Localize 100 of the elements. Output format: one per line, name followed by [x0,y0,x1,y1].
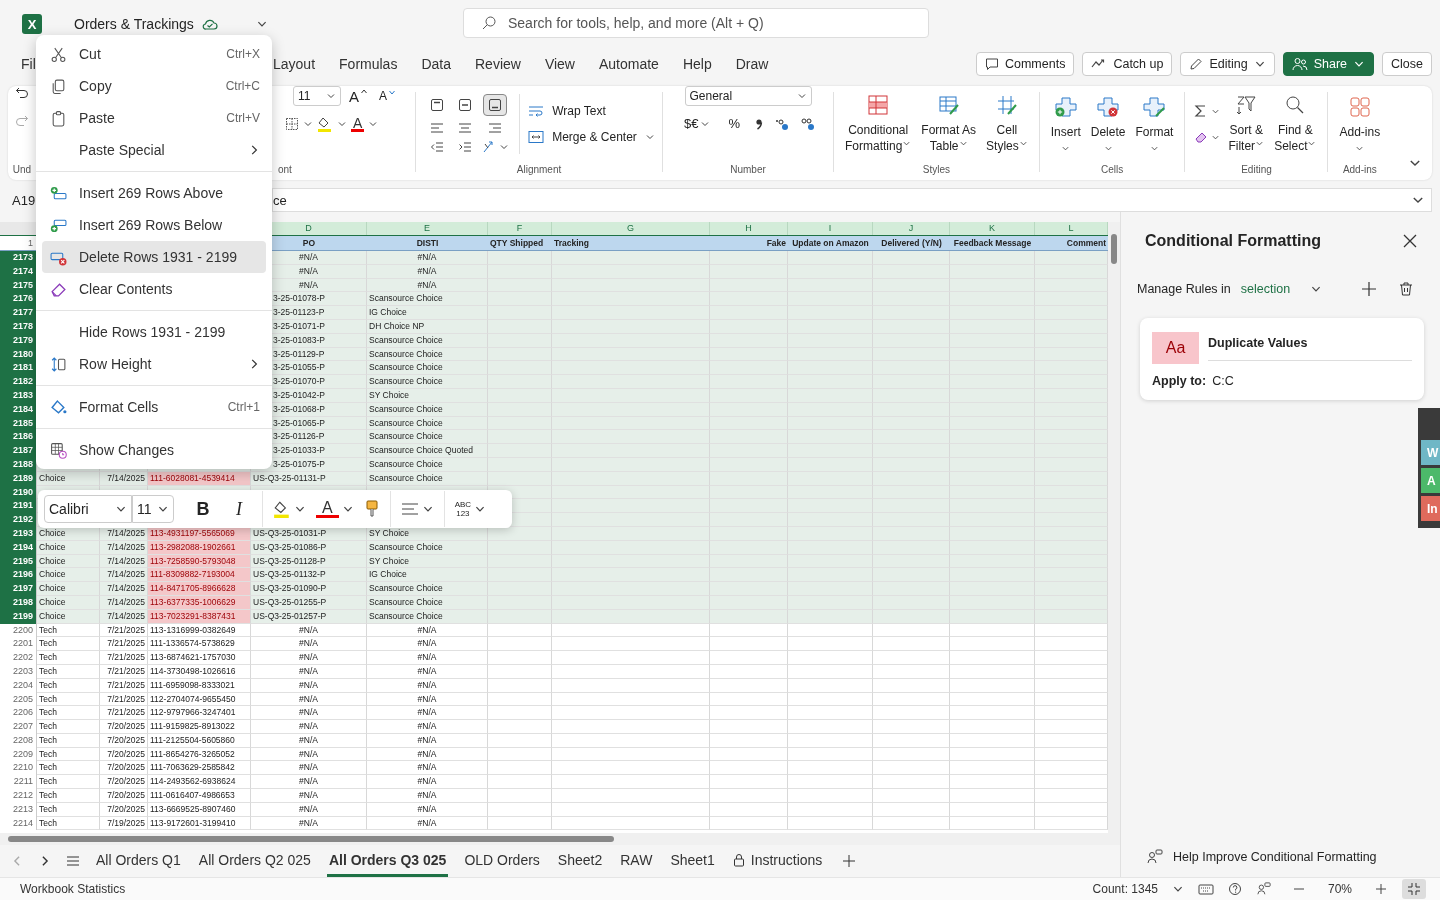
decrease-decimal-icon[interactable] [800,116,816,131]
font-color-button[interactable]: A [316,500,339,518]
comma-style-icon[interactable] [754,116,764,131]
ribbon-tab[interactable]: Draw [735,56,769,72]
font-size-dropdown[interactable]: 11 [293,86,341,106]
bold-button[interactable]: B [190,498,216,520]
undo-icon[interactable] [15,86,29,100]
sort-filter-button[interactable]: Sort & Filter [1226,94,1267,154]
horizontal-align-icon[interactable] [488,122,503,134]
zoom-in-icon[interactable] [1374,882,1388,896]
vertical-scrollbar[interactable] [1108,222,1120,833]
sheet-tab[interactable]: OLD Orders [462,845,542,877]
wrap-text-button[interactable]: Wrap Text [528,104,655,118]
name-box[interactable]: A19 [12,192,36,208]
orientation-icon[interactable] [481,140,496,154]
format-as-table-button[interactable]: Format As Table [919,94,979,154]
fill-color-icon[interactable] [317,116,333,132]
align-icon[interactable] [400,502,419,516]
number-format-dropdown[interactable]: General [684,86,812,106]
eraser-icon[interactable] [1194,130,1209,144]
row-header[interactable]: 2182 [0,375,37,389]
column-header[interactable]: G [552,222,710,235]
decrease-indent-icon[interactable] [430,141,445,153]
menu-item[interactable]: Cut Ctrl+X [42,38,266,70]
font-color-button[interactable]: A [351,116,365,132]
column-header[interactable]: K [950,222,1035,235]
fit-button[interactable] [1402,879,1426,899]
number-format-button[interactable]: ABC 123 [454,500,472,518]
keyboard-icon[interactable] [1198,883,1214,895]
ribbon-tab[interactable]: Help [682,56,712,72]
horizontal-align-icon[interactable] [430,122,445,134]
fill-color-icon[interactable] [273,500,291,518]
share-button[interactable]: Share [1282,52,1375,76]
close-icon[interactable] [1402,233,1418,249]
paintbrush-icon[interactable] [363,500,380,518]
menu-item[interactable]: Copy Ctrl+C [42,70,266,102]
ribbon-tab[interactable]: View [544,56,575,72]
catch-up-button[interactable]: Catch up [1082,52,1173,76]
app-logo[interactable]: X [22,14,42,34]
borders-icon[interactable] [285,117,299,131]
cell-styles-button[interactable]: Cell Styles [984,94,1030,154]
row-header[interactable]: 2177 [0,306,37,320]
currency-format-button[interactable]: $€ [680,116,715,131]
menu-item[interactable]: Paste Ctrl+V [42,102,266,134]
conditional-formatting-button[interactable]: Conditional Formatting [843,94,914,154]
row-header[interactable]: 2192 [0,513,37,527]
italic-button[interactable]: I [226,498,252,520]
trash-icon[interactable] [1398,281,1414,297]
column-header[interactable]: H [710,222,788,235]
column-header[interactable]: F [488,222,552,235]
add-ins-button[interactable]: Add-ins [1337,95,1383,153]
help-icon[interactable] [1228,882,1242,896]
row-header[interactable]: 2176 [0,292,37,307]
scope-dropdown[interactable]: selection [1240,282,1323,296]
ribbon-tab[interactable]: Automate [599,56,659,72]
row-header[interactable]: 1 [0,236,37,250]
feedback-link[interactable]: Help Improve Conditional Formatting [1173,850,1377,864]
column-header[interactable]: E [367,222,488,235]
column-header[interactable]: I [788,222,873,235]
find-select-button[interactable]: Find & Select [1272,94,1319,154]
percent-button[interactable]: % [724,116,744,131]
close-button[interactable]: Close [1382,52,1432,76]
row-header[interactable]: 2173 [0,251,37,265]
mode-button[interactable]: Editing [1180,52,1275,76]
comments-button[interactable]: Comments [975,52,1075,76]
row-header[interactable]: 2187 [0,444,37,458]
ribbon-tab[interactable]: Formulas [339,56,398,72]
increase-decimal-icon[interactable] [774,116,790,131]
menu-icon[interactable] [66,854,80,868]
rule-card[interactable]: Aa Duplicate Values Apply to: C:C [1140,318,1424,400]
font-dropdown[interactable]: Calibri [44,495,132,523]
search-field[interactable]: Search for tools, help, and more (Alt + Q) [463,8,929,38]
row-header[interactable]: 2186 [0,430,37,445]
sheet-tab[interactable]: Sheet1 [668,845,717,877]
menu-item[interactable]: Delete Rows 1931 - 2199 [42,241,266,273]
ribbon-tab[interactable]: Layout [273,56,316,72]
feedback-icon[interactable] [1256,882,1272,896]
count-label[interactable]: Count: 1345 [1092,882,1158,896]
delete-cells-button[interactable]: Delete [1088,95,1128,153]
add-sheet-icon[interactable] [842,854,857,868]
sheet-tab[interactable]: Sheet2 [555,845,605,877]
increase-indent-icon[interactable] [458,141,473,153]
row-header[interactable]: 2196 [0,568,37,583]
font-size-dropdown[interactable]: 11 [132,495,174,523]
plus-icon[interactable] [1360,280,1378,298]
format-cells-button[interactable]: Format [1133,95,1176,153]
horizontal-scrollbar[interactable] [0,833,1120,845]
menu-item[interactable]: Insert 269 Rows Above [42,177,266,209]
sheet-tab[interactable]: All Orders Q2 025 [196,845,313,877]
redo-icon[interactable] [15,114,29,128]
ribbon-tab[interactable]: Review [475,56,521,72]
grow-font-button[interactable]: A [345,87,371,105]
file-name[interactable]: Orders & Trackings [74,16,194,32]
column-header[interactable]: J [873,222,950,235]
sheet-tab[interactable]: All Orders Q1 [94,845,183,877]
menu-item[interactable]: Paste Special [42,134,266,166]
row-header[interactable]: 2191 [0,499,37,514]
ribbon-tab[interactable]: Data [421,56,451,72]
row-header[interactable]: 2197 [0,582,37,596]
workbook-statistics[interactable]: Workbook Statistics [20,882,126,896]
